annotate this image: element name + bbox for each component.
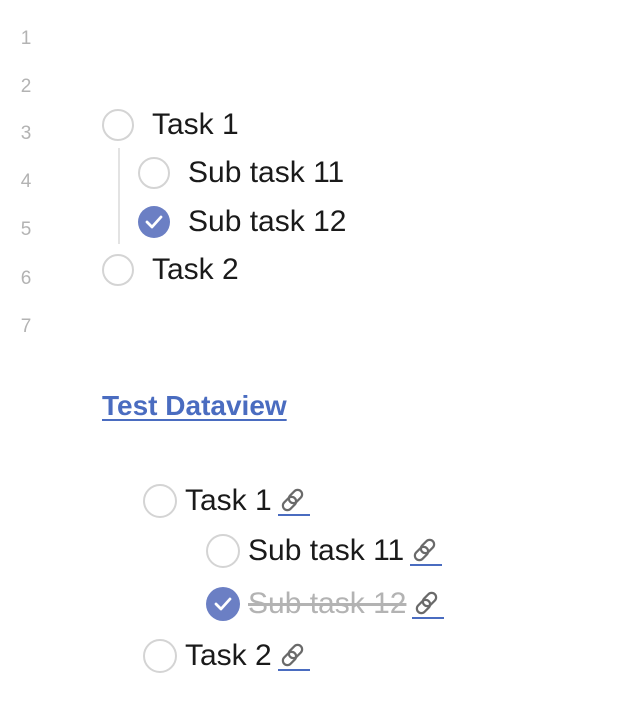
- task-item: Task 2: [102, 250, 239, 290]
- dataview-task-item: Sub task 12: [206, 584, 445, 624]
- line-number: 5: [20, 219, 32, 240]
- task-checkbox[interactable]: [143, 484, 177, 518]
- task-item: Sub task 12: [138, 202, 346, 242]
- task-checkbox[interactable]: [102, 109, 134, 141]
- task-item: Sub task 11: [138, 153, 344, 193]
- line-number: 2: [20, 76, 32, 97]
- task-checkbox[interactable]: [102, 254, 134, 286]
- link-icon[interactable]: [412, 590, 445, 619]
- task-label[interactable]: Sub task 11: [188, 156, 344, 190]
- line-number: 1: [20, 28, 32, 49]
- indent-guide: [118, 148, 120, 244]
- line-number: 7: [20, 316, 32, 337]
- task-checkbox[interactable]: [143, 639, 177, 673]
- link-icon[interactable]: [277, 642, 310, 671]
- task-label: Task 2: [185, 639, 272, 672]
- dataview-task-item: Task 1: [143, 481, 310, 521]
- task-label[interactable]: Task 1: [152, 108, 239, 142]
- task-checkbox-checked[interactable]: [138, 206, 170, 238]
- task-checkbox-checked[interactable]: [206, 587, 240, 621]
- line-number: 4: [20, 171, 32, 192]
- checkmark-icon: [145, 215, 163, 229]
- line-number: 6: [20, 268, 32, 289]
- link-icon[interactable]: [410, 537, 443, 566]
- task-label: Sub task 11: [248, 534, 405, 567]
- task-checkbox[interactable]: [138, 157, 170, 189]
- task-label[interactable]: Task 2: [152, 253, 239, 287]
- task-label: Task 1: [185, 484, 272, 517]
- link-icon[interactable]: [277, 487, 310, 516]
- line-number: 3: [20, 123, 32, 144]
- task-label-completed: Sub task 12: [248, 587, 407, 620]
- checkmark-icon: [214, 597, 232, 611]
- dataview-task-item: Task 2: [143, 636, 310, 676]
- dataview-heading-link[interactable]: Test Dataview: [102, 390, 287, 422]
- task-label[interactable]: Sub task 12: [188, 205, 346, 239]
- dataview-task-item: Sub task 11: [206, 531, 443, 571]
- task-item: Task 1: [102, 105, 239, 145]
- task-checkbox[interactable]: [206, 534, 240, 568]
